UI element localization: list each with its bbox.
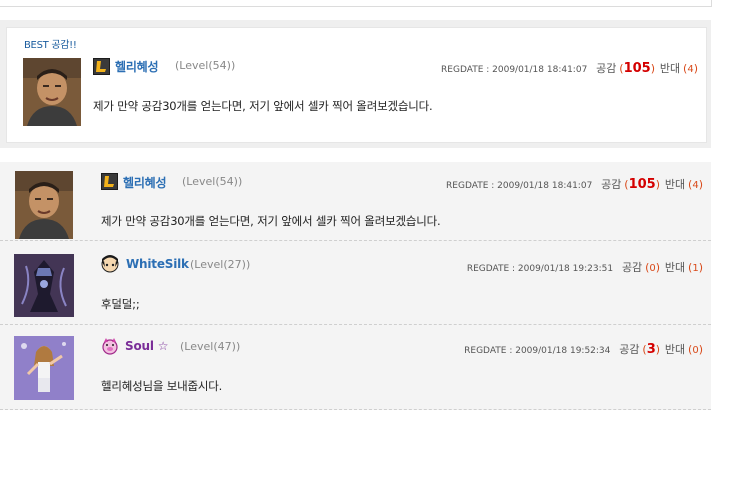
disagree-button[interactable]: 반대: [665, 178, 685, 191]
nickname[interactable]: Soul ☆: [125, 339, 168, 353]
agree-button[interactable]: 공감: [619, 343, 639, 356]
comment-meta: REGDATE : 2009/01/18 18:41:07 공감 (105) 반…: [441, 61, 698, 76]
avatar-singer-photo: [14, 336, 74, 400]
avatar[interactable]: [23, 58, 81, 126]
level-info: (Level(54)): [175, 59, 236, 72]
nickname[interactable]: 헬리혜성: [115, 58, 159, 75]
level-number: (27): [223, 258, 246, 271]
comment-meta: REGDATE : 2009/01/18 19:52:34 공감 (3) 반대 …: [464, 342, 703, 357]
comment-row: Soul ☆ (Level(47)) REGDATE : 2009/01/18 …: [0, 325, 711, 410]
comment-row: WhiteSilk (Level(27)) REGDATE : 2009/01/…: [0, 241, 711, 325]
regdate: 2009/01/18 18:41:07: [497, 181, 593, 191]
best-label: BEST 공감!!: [24, 40, 77, 51]
comment-text: 후덜덜;;: [101, 297, 140, 311]
regdate-label: REGDATE :: [464, 346, 516, 356]
regdate-label: REGDATE :: [466, 264, 518, 274]
regdate-label: REGDATE :: [441, 65, 493, 75]
agree-count: 105: [623, 61, 651, 76]
comment-text: 제가 만약 공감30개를 얻는다면, 저기 앞에서 셀카 찍어 올려보겠습니다.: [93, 99, 433, 113]
agree-count: 105: [628, 177, 656, 192]
level-info: (Level(27)): [190, 258, 251, 271]
agree-button[interactable]: 공감: [601, 178, 621, 191]
level-info: (Level(54)): [182, 175, 243, 188]
comment-text: 제가 만약 공감30개를 얻는다면, 저기 앞에서 셀카 찍어 올려보겠습니다.: [101, 214, 441, 228]
regdate: 2009/01/18 19:52:34: [515, 346, 611, 356]
character-face-icon: [101, 255, 119, 273]
regdate: 2009/01/18 18:41:07: [492, 65, 588, 75]
nickname[interactable]: WhiteSilk: [126, 257, 189, 271]
level-word: Level: [186, 175, 216, 188]
regdate-label: REGDATE :: [446, 181, 498, 191]
avatar-man-photo: [23, 58, 81, 126]
level-badge-icon: [93, 58, 110, 75]
avatar[interactable]: [15, 171, 73, 239]
comment-list: 헬리혜성 (Level(54)) REGDATE : 2009/01/18 18…: [0, 162, 711, 410]
agree-button[interactable]: 공감: [622, 261, 642, 274]
comment-meta: REGDATE : 2009/01/18 18:41:07 공감 (105) 반…: [446, 177, 703, 192]
comment-meta: REGDATE : 2009/01/18 19:23:51 공감 (0) 반대 …: [466, 261, 703, 274]
level-info: (Level(47)): [180, 340, 241, 353]
level-number: (47): [213, 340, 236, 353]
avatar[interactable]: [14, 254, 74, 317]
comment-row: 헬리혜성 (Level(54)) REGDATE : 2009/01/18 18…: [0, 162, 711, 241]
avatar-man-photo: [15, 171, 73, 239]
nickname[interactable]: 헬리혜성: [123, 174, 167, 191]
level-number: (54): [208, 59, 231, 72]
agree-button[interactable]: 공감: [596, 62, 616, 75]
pig-face-icon: [102, 338, 118, 355]
avatar-dark-figure-art: [14, 254, 74, 317]
level-word: Level: [194, 258, 224, 271]
comment-text: 헬리혜성님을 보내줍시다.: [101, 379, 223, 393]
level-badge-icon: [101, 173, 118, 190]
agree-count: 3: [646, 342, 656, 357]
level-number: (54): [215, 175, 238, 188]
disagree-button[interactable]: 반대: [665, 261, 685, 274]
avatar[interactable]: [14, 336, 74, 400]
regdate: 2009/01/18 19:23:51: [517, 264, 614, 274]
disagree-button[interactable]: 반대: [665, 343, 685, 356]
level-word: Level: [179, 59, 209, 72]
disagree-button[interactable]: 반대: [660, 62, 680, 75]
best-comment-box: BEST 공감!! 헬리혜성 (Level(54)) REGDATE : 200…: [6, 27, 707, 143]
level-word: Level: [184, 340, 214, 353]
top-border-box: [0, 0, 712, 7]
